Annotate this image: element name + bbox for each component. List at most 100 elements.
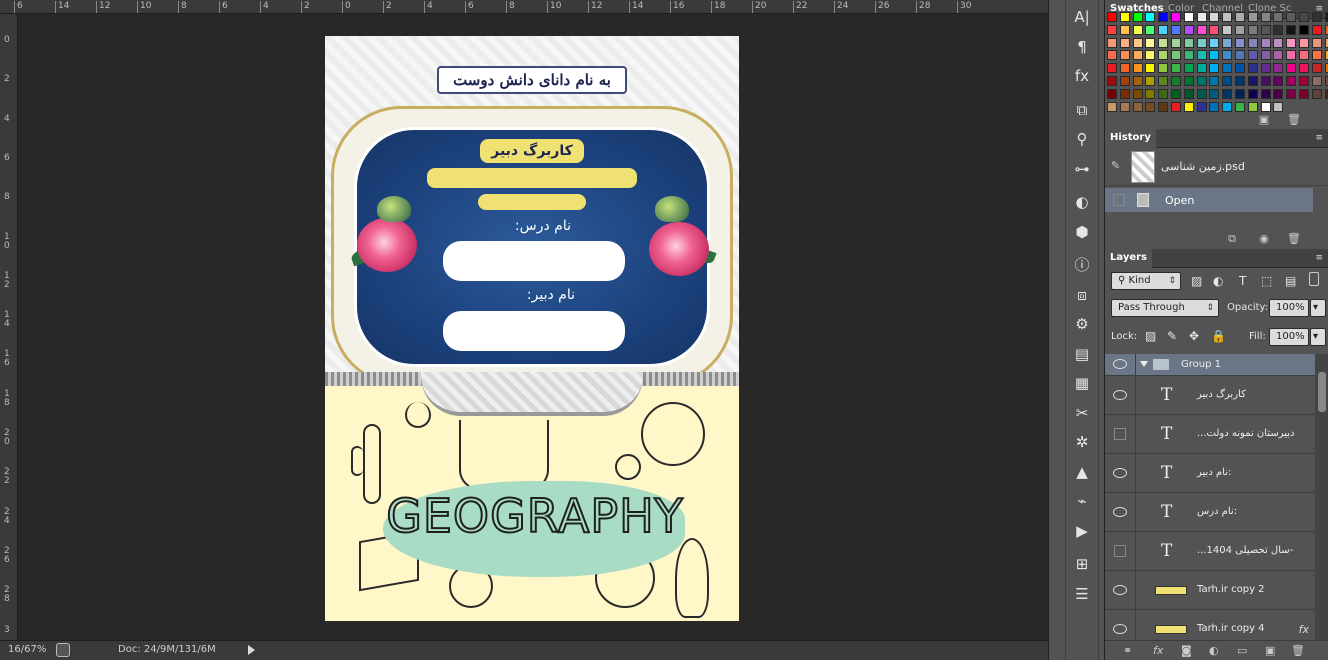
color-swatch[interactable]	[1222, 24, 1233, 35]
tab-history[interactable]: History	[1105, 129, 1156, 148]
color-swatch[interactable]	[1286, 50, 1297, 61]
color-swatch[interactable]	[1299, 63, 1309, 74]
color-swatch[interactable]	[1260, 37, 1271, 48]
layer-row[interactable]: Tarh.ir copy 2	[1105, 571, 1315, 610]
color-swatch[interactable]	[1299, 76, 1309, 86]
color-swatch[interactable]	[1311, 63, 1322, 74]
color-swatch[interactable]	[1158, 63, 1169, 74]
layer-row[interactable]: T کاربرگ دبیر	[1105, 376, 1315, 415]
status-menu-arrow-icon[interactable]	[248, 645, 255, 655]
color-swatch[interactable]	[1209, 76, 1220, 86]
color-swatch[interactable]	[1247, 50, 1258, 61]
color-swatch[interactable]	[1260, 101, 1271, 112]
color-swatch[interactable]	[1145, 37, 1156, 48]
color-swatch[interactable]	[1171, 24, 1181, 35]
history-checkbox[interactable]	[1113, 194, 1125, 206]
color-swatch[interactable]	[1132, 76, 1143, 86]
panel-tool-icon[interactable]: ⧈	[1071, 284, 1093, 306]
history-step-open[interactable]: Open	[1105, 188, 1313, 212]
blend-mode-select[interactable]: Pass Through ⇕	[1111, 299, 1219, 317]
history-snapshot-row[interactable]: ✎ زمین شناسی.psd	[1105, 148, 1328, 186]
filter-adjustment-icon[interactable]: ◐	[1213, 274, 1223, 288]
color-swatch[interactable]	[1260, 88, 1271, 99]
color-swatch[interactable]	[1260, 50, 1271, 61]
color-swatch[interactable]	[1183, 63, 1194, 74]
color-swatch[interactable]	[1107, 76, 1117, 86]
color-swatch[interactable]	[1183, 37, 1194, 48]
layer-group-row[interactable]: Group 1	[1105, 354, 1315, 376]
vertical-ruler[interactable]: 0 2 4 6 8 1 0 1 2 1 4 1 6 1 8 2 0 2 2 2 4 2 6 2 8 3	[0, 14, 18, 640]
layer-row[interactable]: Tarh.ir copy 4 fx	[1105, 610, 1315, 640]
color-swatch[interactable]	[1196, 88, 1207, 99]
color-swatch[interactable]	[1183, 24, 1194, 35]
opacity-dropdown[interactable]: ▾	[1310, 299, 1326, 317]
layer-filter-kind[interactable]: ⚲ Kind ⇕	[1111, 272, 1181, 290]
color-swatch[interactable]	[1196, 37, 1207, 48]
color-swatch[interactable]	[1171, 37, 1181, 48]
new-swatch-icon[interactable]: ▣	[1257, 114, 1271, 126]
trash-icon[interactable]: 🗑	[1287, 233, 1301, 245]
color-swatch[interactable]	[1324, 12, 1328, 22]
color-swatch[interactable]	[1235, 12, 1245, 22]
layer-row[interactable]: T ...سال تحصیلی 1404-	[1105, 532, 1315, 571]
color-swatch[interactable]	[1286, 12, 1297, 22]
color-swatch[interactable]	[1119, 12, 1130, 22]
color-swatch[interactable]	[1209, 63, 1220, 74]
color-swatch[interactable]	[1286, 63, 1297, 74]
color-swatch[interactable]	[1299, 88, 1309, 99]
panel-tool-icon[interactable]: ⊞	[1071, 553, 1093, 575]
panel-tool-icon[interactable]: ⓘ	[1071, 254, 1093, 276]
color-swatch[interactable]	[1273, 50, 1284, 61]
color-swatch[interactable]	[1119, 24, 1130, 35]
color-swatch[interactable]	[1299, 12, 1309, 22]
layer-row[interactable]: T نام درس:	[1105, 493, 1315, 532]
color-swatch[interactable]	[1260, 76, 1271, 86]
color-swatch[interactable]	[1286, 24, 1297, 35]
color-swatch[interactable]	[1209, 37, 1220, 48]
color-swatch[interactable]	[1299, 24, 1309, 35]
color-swatch[interactable]	[1158, 37, 1169, 48]
color-swatch[interactable]	[1235, 76, 1245, 86]
lock-all-icon[interactable]: 🔒	[1211, 329, 1226, 343]
color-swatch[interactable]	[1145, 63, 1156, 74]
panel-tool-icon[interactable]: ◐	[1071, 191, 1093, 213]
color-swatch[interactable]	[1107, 12, 1117, 22]
panel-tool-icon[interactable]: ⧉	[1071, 99, 1093, 121]
layer-row[interactable]: T نام دبیر:	[1105, 454, 1315, 493]
color-swatch[interactable]	[1222, 37, 1233, 48]
color-swatch[interactable]	[1171, 63, 1181, 74]
color-swatch[interactable]	[1260, 12, 1271, 22]
link-layers-icon[interactable]: ⚭	[1123, 644, 1132, 657]
fill-dropdown[interactable]: ▾	[1310, 328, 1326, 346]
color-swatch[interactable]	[1158, 50, 1169, 61]
color-swatch[interactable]	[1183, 101, 1194, 112]
canvas-area[interactable]: به نام دانای دانش دوست کاربرگ دبیر نام د…	[18, 15, 1048, 640]
color-swatch[interactable]	[1145, 24, 1156, 35]
expand-arrow-icon[interactable]	[1140, 361, 1148, 367]
color-swatch[interactable]	[1132, 37, 1143, 48]
color-swatch[interactable]	[1222, 76, 1233, 86]
panel-tool-icon[interactable]: fx	[1071, 65, 1093, 87]
color-swatch[interactable]	[1209, 101, 1220, 112]
trash-icon[interactable]: 🗑	[1291, 644, 1305, 657]
layer-effects-icon[interactable]: fx	[1299, 623, 1309, 636]
color-swatch[interactable]	[1171, 76, 1181, 86]
proof-icon[interactable]	[56, 643, 70, 657]
panel-tool-icon[interactable]: ⬢	[1071, 221, 1093, 243]
color-swatch[interactable]	[1145, 101, 1156, 112]
color-swatch[interactable]	[1273, 63, 1284, 74]
color-swatch[interactable]	[1209, 24, 1220, 35]
panel-tool-icon[interactable]: A|	[1071, 6, 1093, 28]
color-swatch[interactable]	[1107, 50, 1117, 61]
color-swatch[interactable]	[1196, 76, 1207, 86]
color-swatch[interactable]	[1235, 37, 1245, 48]
color-swatch[interactable]	[1260, 24, 1271, 35]
color-swatch[interactable]	[1158, 88, 1169, 99]
color-swatch[interactable]	[1107, 24, 1117, 35]
color-swatch[interactable]	[1171, 12, 1181, 22]
color-swatch[interactable]	[1260, 63, 1271, 74]
color-swatch[interactable]	[1273, 76, 1284, 86]
color-swatch[interactable]	[1145, 88, 1156, 99]
color-swatch[interactable]	[1107, 88, 1117, 99]
color-swatch[interactable]	[1119, 76, 1130, 86]
